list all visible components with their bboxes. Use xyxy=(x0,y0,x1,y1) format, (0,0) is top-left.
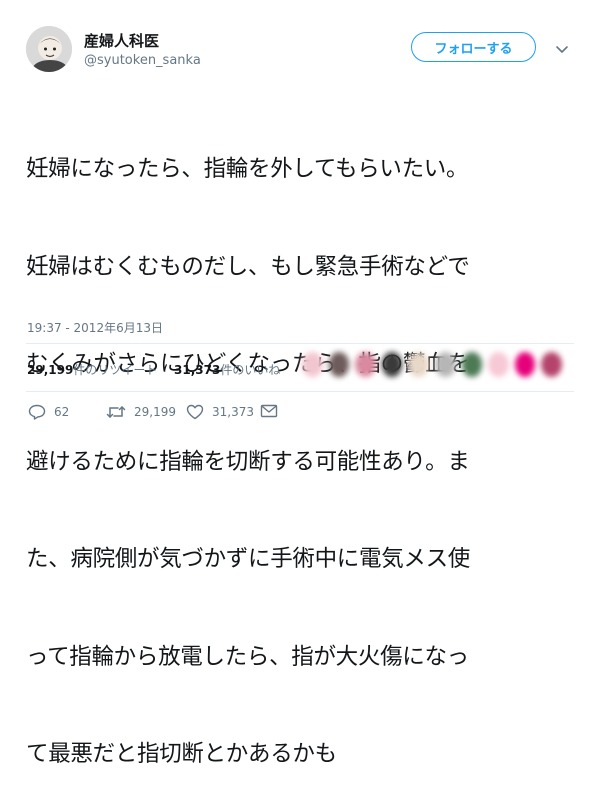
like-stat[interactable]: 31,373件のいいね xyxy=(174,361,280,378)
envelope-icon xyxy=(260,404,278,418)
avatar-image xyxy=(26,26,72,72)
user-handle[interactable]: @syutoken_sanka xyxy=(84,53,201,68)
chevron-down-icon[interactable] xyxy=(554,41,570,53)
liker-avatar[interactable] xyxy=(461,352,483,377)
liker-avatars[interactable] xyxy=(302,352,562,382)
avatar[interactable] xyxy=(26,26,72,72)
tweet-line: て最悪だと指切断とかあるかも xyxy=(26,741,337,767)
like-stat-count: 31,373 xyxy=(174,363,221,377)
liker-avatar[interactable] xyxy=(328,352,350,377)
heart-icon xyxy=(186,404,204,420)
tweet-line: 避けるために指輪を切断する可能性あり。ま xyxy=(26,448,470,475)
divider xyxy=(26,343,574,344)
retweet-count: 29,199 xyxy=(134,405,176,419)
liker-avatar[interactable] xyxy=(514,352,536,377)
retweet-stat[interactable]: 29,199件のリツイート xyxy=(27,361,157,378)
liker-avatar[interactable] xyxy=(541,352,562,377)
tweet-line: た、病院側が気づかずに手術中に電気メス使 xyxy=(26,546,471,572)
retweet-icon xyxy=(106,406,126,418)
like-count: 31,373 xyxy=(212,405,254,419)
reply-icon xyxy=(28,404,46,420)
tweet-line: 妊婦になったら、指輪を外してもらいたい。 xyxy=(26,156,469,182)
liker-avatar[interactable] xyxy=(302,352,323,377)
liker-avatar[interactable] xyxy=(355,352,376,377)
liker-avatar[interactable] xyxy=(488,352,509,377)
tweet-line: 妊婦はむくむものだし、もし緊急手術などで xyxy=(26,253,470,280)
retweet-stat-label: 件のリツイート xyxy=(73,363,158,377)
retweet-button[interactable]: 29,199 xyxy=(106,404,176,420)
like-stat-label: 件のいいね xyxy=(220,363,281,377)
follow-button[interactable]: フォローする xyxy=(411,32,536,62)
liker-avatar[interactable] xyxy=(408,352,429,377)
display-name[interactable]: 産婦人科医 xyxy=(84,30,159,51)
tweet-text: 妊婦になったら、指輪を外してもらいたい。 妊婦はむくむものだし、もし緊急手術など… xyxy=(26,88,591,803)
like-button[interactable]: 31,373 xyxy=(186,404,254,420)
reply-button[interactable]: 62 xyxy=(28,404,69,420)
retweet-stat-count: 29,199 xyxy=(27,363,74,377)
liker-avatar[interactable] xyxy=(434,352,456,377)
reply-count: 62 xyxy=(54,405,70,419)
direct-message-button[interactable] xyxy=(260,404,278,418)
divider xyxy=(26,391,574,392)
tweet-line: って指輪から放電したら、指が大火傷になっ xyxy=(26,643,469,670)
liker-avatar[interactable] xyxy=(381,352,403,377)
tweet-timestamp[interactable]: 19:37 - 2012年6月13日 xyxy=(27,319,163,336)
